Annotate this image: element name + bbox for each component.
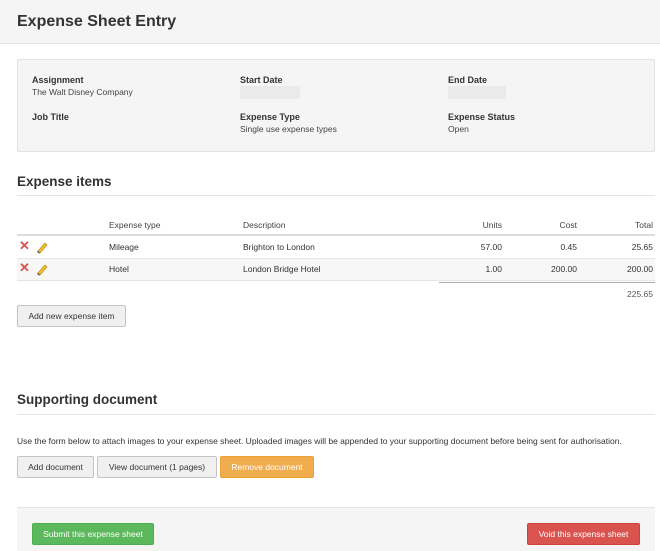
end-date-redacted bbox=[448, 86, 506, 99]
void-expense-sheet-button[interactable]: Void this expense sheet bbox=[527, 523, 640, 545]
supporting-document-help-text: Use the form below to attach images to y… bbox=[17, 436, 622, 446]
row-cost: 0.45 bbox=[560, 242, 577, 252]
page-title: Expense Sheet Entry bbox=[17, 13, 177, 30]
expense-info-panel: Assignment The Walt Disney Company Start… bbox=[17, 59, 655, 152]
row-description: Brighton to London bbox=[243, 242, 315, 252]
col-header-units: Units bbox=[482, 220, 502, 230]
expense-table-header: Expense type Description Units Cost Tota… bbox=[17, 218, 655, 236]
start-date-redacted bbox=[240, 86, 300, 99]
pencil-edit-icon[interactable] bbox=[35, 240, 49, 254]
add-expense-item-button[interactable]: Add new expense item bbox=[17, 305, 126, 327]
form-footer: Submit this expense sheet Void this expe… bbox=[17, 507, 655, 551]
remove-document-button[interactable]: Remove document bbox=[220, 456, 314, 478]
col-header-expense-type: Expense type bbox=[109, 220, 161, 230]
assignment-label: Assignment bbox=[32, 75, 84, 85]
start-date-label: Start Date bbox=[240, 75, 283, 85]
col-header-cost: Cost bbox=[559, 220, 577, 230]
end-date-cell: End Date bbox=[448, 75, 506, 101]
row-description: London Bridge Hotel bbox=[243, 264, 321, 274]
col-header-total: Total bbox=[635, 220, 653, 230]
page-header: Expense Sheet Entry bbox=[0, 0, 660, 44]
col-header-description: Description bbox=[243, 220, 286, 230]
row-expense-type: Hotel bbox=[109, 264, 129, 274]
row-total: 200.00 bbox=[627, 264, 653, 274]
expense-type-label: Expense Type bbox=[240, 112, 300, 122]
submit-expense-sheet-button[interactable]: Submit this expense sheet bbox=[32, 523, 154, 545]
grand-total: 225.65 bbox=[627, 289, 653, 299]
expense-items-title: Expense items bbox=[17, 174, 112, 189]
add-document-button[interactable]: Add document bbox=[17, 456, 94, 478]
row-cost: 200.00 bbox=[551, 264, 577, 274]
job-title-label: Job Title bbox=[32, 112, 69, 122]
pencil-edit-icon[interactable] bbox=[35, 262, 49, 276]
section-divider bbox=[17, 195, 655, 196]
assignment-cell: Assignment The Walt Disney Company bbox=[32, 75, 133, 97]
expense-status-label: Expense Status bbox=[448, 112, 516, 122]
row-units: 57.00 bbox=[480, 242, 502, 252]
delete-x-icon[interactable]: ✕ bbox=[19, 261, 31, 274]
expense-type-cell: Expense Type Single use expense types bbox=[240, 112, 337, 134]
section-divider bbox=[17, 414, 655, 415]
assignment-value: The Walt Disney Company bbox=[32, 87, 133, 97]
delete-x-icon[interactable]: ✕ bbox=[19, 239, 31, 252]
expense-status-cell: Expense Status Open bbox=[448, 112, 515, 134]
row-units: 1.00 bbox=[485, 264, 502, 274]
table-row: ✕ Mileage Brighton to London 57.00 0.45 … bbox=[17, 237, 655, 259]
expense-type-value: Single use expense types bbox=[240, 124, 337, 134]
view-document-button[interactable]: View document (1 pages) bbox=[97, 456, 217, 478]
expense-status-value: Open bbox=[448, 124, 469, 134]
job-title-cell: Job Title bbox=[32, 112, 69, 122]
row-expense-type: Mileage bbox=[109, 242, 139, 252]
end-date-label: End Date bbox=[448, 75, 488, 85]
supporting-document-title: Supporting document bbox=[17, 392, 158, 407]
row-total: 25.65 bbox=[631, 242, 653, 252]
start-date-cell: Start Date bbox=[240, 75, 300, 101]
total-divider bbox=[439, 282, 655, 283]
table-row: ✕ Hotel London Bridge Hotel 1.00 200.00 … bbox=[17, 259, 655, 281]
